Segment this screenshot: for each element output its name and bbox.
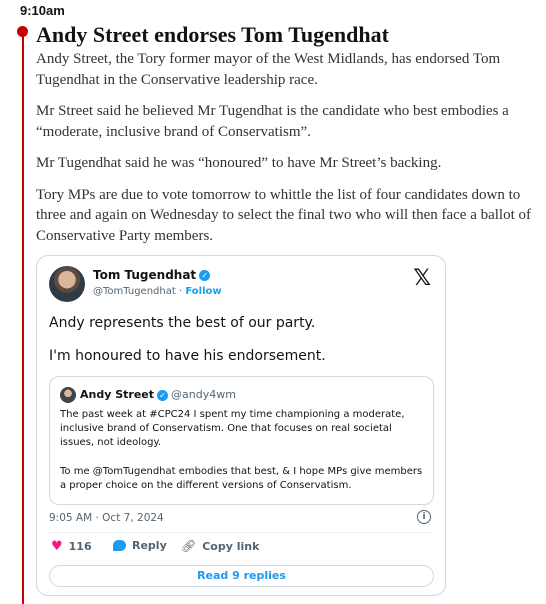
info-icon[interactable]: i xyxy=(417,510,431,524)
divider xyxy=(49,532,433,533)
copy-link-button[interactable]: 🔗︎ Copy link xyxy=(181,539,259,553)
reply-label: Reply xyxy=(132,539,167,552)
author-handle[interactable]: @TomTugendhat xyxy=(93,286,176,297)
quote-text: The past week at #CPC24 I spent my time … xyxy=(60,408,425,507)
tweet-timestamp[interactable]: 9:05 AM · Oct 7, 2024 xyxy=(49,512,164,524)
author-avatar[interactable] xyxy=(49,266,85,302)
tweet-text-line: Andy represents the best of our party. xyxy=(49,315,316,331)
entry-headline: Andy Street endorses Tom Tugendhat xyxy=(36,22,389,47)
timeline-line xyxy=(22,30,24,604)
copy-link-label: Copy link xyxy=(202,539,260,553)
quote-text-line: The past week at #CPC24 I spent my time … xyxy=(60,409,405,449)
entry-time: 9:10am xyxy=(20,3,65,18)
like-button[interactable]: ♥ 116 xyxy=(51,539,92,554)
follow-link[interactable]: Follow xyxy=(185,286,221,297)
read-replies-button[interactable]: Read 9 replies xyxy=(49,565,434,587)
timeline-dot xyxy=(17,26,28,37)
link-icon: 🔗︎ xyxy=(181,539,197,553)
entry-paragraph: Andy Street, the Tory former mayor of th… xyxy=(36,51,501,88)
entry-paragraph: Mr Street said he believed Mr Tugendhat … xyxy=(36,103,509,140)
quoted-tweet[interactable]: Andy Street ✓ @andy4wm The past week at #C… xyxy=(49,376,434,505)
quote-author-name: Andy Street xyxy=(80,388,155,401)
author-name[interactable]: Tom Tugendhat xyxy=(93,268,196,282)
entry-paragraph: Tory MPs are due to vote tomorrow to whi… xyxy=(36,186,532,244)
separator: · xyxy=(178,286,183,297)
quote-author-avatar xyxy=(60,387,76,403)
x-logo-icon[interactable]: 𝕏 xyxy=(413,266,431,291)
entry-body: Andy Street, the Tory former mayor of th… xyxy=(36,49,536,246)
quote-text-line: To me @TomTugendhat embodies that best, … xyxy=(60,465,423,491)
live-blog-entry: Andy Street endorses Tom Tugendhat Andy … xyxy=(36,22,536,257)
embedded-tweet[interactable]: Tom Tugendhat ✓ @TomTugendhat · Follow 𝕏 … xyxy=(36,255,446,596)
heart-icon: ♥ xyxy=(51,539,63,554)
author-block: Tom Tugendhat ✓ @TomTugendhat · Follow xyxy=(93,268,222,297)
reply-button[interactable]: Reply xyxy=(113,539,167,552)
verified-badge-icon: ✓ xyxy=(199,270,211,281)
like-count: 116 xyxy=(68,540,92,553)
entry-paragraph: Mr Tugendhat said he was “honoured” to h… xyxy=(36,155,442,171)
quote-author-handle: @andy4wm xyxy=(171,388,236,401)
tweet-text-line: I'm honoured to have his endorsement. xyxy=(49,348,326,364)
tweet-text: Andy represents the best of our party. I… xyxy=(49,314,429,380)
reply-bubble-icon xyxy=(113,540,126,551)
verified-badge-icon: ✓ xyxy=(157,389,169,401)
tweet-header: Tom Tugendhat ✓ @TomTugendhat · Follow 𝕏 xyxy=(49,266,433,308)
